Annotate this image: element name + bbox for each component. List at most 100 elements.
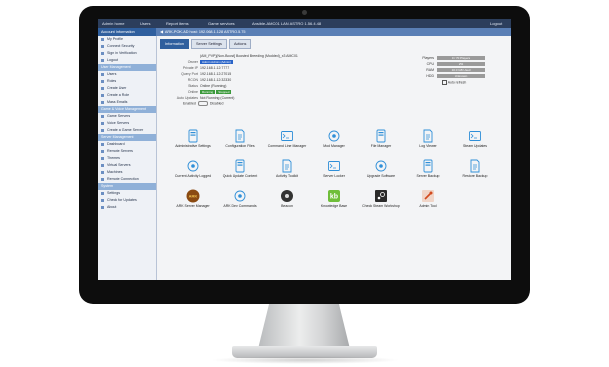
sidebar-item[interactable]: Dashboard [98,141,156,148]
tool-tile[interactable]: kb Knowledge Base [311,189,357,208]
tool-label: Beacon [281,204,293,208]
tool-tile[interactable]: Command Line Manager [264,129,310,148]
main-content: ◀ ARK-POK-AD host: 192.068.1.128 ASTRO.5… [156,28,511,280]
tool-tile[interactable]: Mod Manager [311,129,357,148]
tool-tile[interactable]: Check Steam Workshop [358,189,404,208]
screen: Admin home Users Report items Game servi… [98,19,511,280]
enable-toggle[interactable]: Enabled Disabled [183,101,223,106]
top-nav-bar: Admin home Users Report items Game servi… [98,19,511,28]
sidebar-item[interactable]: Game Servers [98,113,156,120]
back-arrow-icon[interactable]: ◀ [160,30,164,34]
toolkit-icon [280,159,294,173]
webcam [302,10,307,15]
tool-label: Configuration Files [225,144,255,148]
sidebar-item[interactable]: Connect Security [98,43,156,50]
sidebar-item[interactable]: Voice Servers [98,120,156,127]
stat-row: HDD Unknown [414,73,504,79]
logout-link[interactable]: Logout [490,19,502,28]
tab-server-settings[interactable]: Server Settings [191,39,227,49]
nav-game-services[interactable]: Game services [208,19,235,28]
tool-label: Server Backup [416,174,440,178]
tool-label: Current Activity Logged [174,174,212,178]
mod-manager-icon [327,129,341,143]
activity-icon [186,159,200,173]
checkbox-icon[interactable] [442,80,447,85]
steam-icon [374,189,388,203]
sidebar-item[interactable]: Remote Connection [98,176,156,183]
sidebar-item[interactable]: Logout [98,57,156,64]
knowledge-base-icon: kb [327,189,341,203]
toggle-off-label: Disabled [209,101,224,106]
status-badge: Admin Admin (Admin) [200,60,234,65]
tool-label: ARK Dev Commands [223,204,257,208]
command-line-icon [280,129,294,143]
tool-tile[interactable]: Log Viewer [405,129,451,148]
info-value: Not Running (Current) [200,96,235,100]
restore-backup-icon [468,159,482,173]
sidebar-item[interactable]: About [98,204,156,211]
sidebar-item[interactable]: Create a Role [98,92,156,99]
tool-tile[interactable]: Configuration Files [217,129,263,148]
tool-tile[interactable]: Restore Backup [452,159,498,178]
sidebar-item[interactable]: Users [98,71,156,78]
sidebar-item[interactable]: Roles [98,78,156,85]
sidebar-item[interactable]: Mass Emails [98,99,156,106]
tool-tile[interactable]: File Manager [358,129,404,148]
svg-text:kb: kb [330,194,338,201]
sidebar-item[interactable]: Remote Servers [98,148,156,155]
tool-label: Admin Tool [419,204,437,208]
sidebar-item[interactable]: Create a Game Server [98,127,156,134]
tool-tile[interactable]: Upgrade Software [358,159,404,178]
sidebar-section-title[interactable]: User Management [98,64,156,71]
tool-tile[interactable]: Current Activity Logged [170,159,216,178]
sidebar-item[interactable]: Sign in Verification [98,50,156,57]
sidebar-item[interactable]: Virtual Servers [98,162,156,169]
auto-refresh-checkbox[interactable]: Auto refresh [442,80,466,85]
tool-tile[interactable]: Administrative Settings [170,129,216,148]
tool-tile[interactable]: Quick Update Content [217,159,263,178]
auto-refresh-label: Auto refresh [447,80,467,85]
nav-users[interactable]: Users [140,19,150,28]
server-subbar: ◀ ARK-POK-AD host: 192.068.1.128 ASTRO.5… [156,28,511,36]
tool-tile[interactable]: Activity Toolkit [264,159,310,178]
desk-shadow [210,356,400,364]
sidebar-item[interactable]: Settings [98,190,156,197]
tool-tile[interactable]: ARK ARK Server Manager [170,189,216,208]
sidebar-section-title[interactable]: Game & Voice Management [98,106,156,113]
tool-tile[interactable]: ARK Dev Commands [217,189,263,208]
tool-label: ARK Server Manager [176,204,210,208]
server-tabs: Information Server Settings Actions [160,39,253,49]
sidebar-item[interactable]: Create User [98,85,156,92]
tab-information[interactable]: Information [160,39,189,49]
sidebar-item[interactable]: Themes [98,155,156,162]
sidebar-item[interactable]: Machines [98,169,156,176]
tool-tile[interactable]: Server Backup [405,159,451,178]
sidebar-section-title[interactable]: Server Management [98,134,156,141]
server-backup-icon [421,159,435,173]
sidebar-item[interactable]: Check for Updates [98,197,156,204]
tool-label: Check Steam Workshop [362,204,400,208]
toggle-switch[interactable] [197,101,208,106]
nav-report-items[interactable]: Report items [166,19,189,28]
tool-label: Restore Backup [462,174,488,178]
sidebar-item[interactable]: My Profile [98,36,156,43]
config-files-icon [233,129,247,143]
status-badge: Stopped [216,90,232,95]
tool-tile[interactable]: Admin Tool [405,189,451,208]
info-value: 192.168.1.12:7777 [200,66,230,70]
tool-tile[interactable]: Server Locker [311,159,357,178]
tool-tile[interactable]: Beacon [264,189,310,208]
sidebar-section-title[interactable]: System [98,183,156,190]
tool-label: Upgrade Software [366,174,396,178]
file-manager-icon [374,129,388,143]
tab-actions[interactable]: Actions [228,39,252,49]
nav-admin-home[interactable]: Admin home [102,19,124,28]
info-value: (AM_PVP)[Non-Boost] Boosted Breeding (Mo… [200,54,298,58]
tool-tile[interactable]: Steam Updates [452,129,498,148]
tool-label: File Manager [370,144,392,148]
admin-tool-icon [421,189,435,203]
server-locker-icon [327,159,341,173]
tool-label: Steam Updates [462,144,488,148]
tool-label: Activity Toolkit [276,174,298,178]
server-info-panel: (AM_PVP)[Non-Boost] Boosted Breeding (Mo… [172,53,322,101]
